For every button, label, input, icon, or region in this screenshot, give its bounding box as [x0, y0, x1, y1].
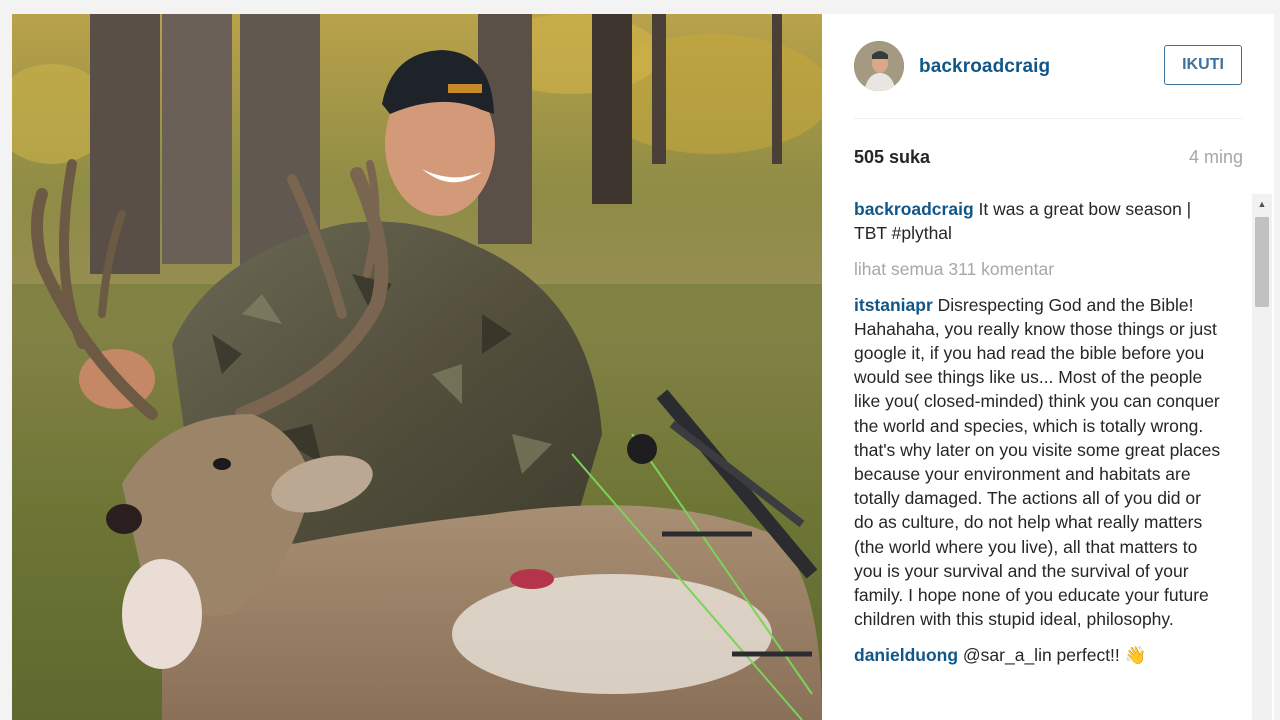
- header-divider: [854, 118, 1243, 119]
- comment-text: Disrespecting God and the Bible! Hahahah…: [854, 294, 1221, 630]
- hunter-with-deer-image: [12, 14, 822, 720]
- scrollbar-thumb[interactable]: [1255, 217, 1269, 307]
- comment-username[interactable]: danielduong: [854, 645, 958, 665]
- view-all-comments-link[interactable]: lihat semua 311 komentar: [854, 257, 1224, 281]
- comments-list: backroadcraig It was a great bow season …: [854, 197, 1224, 720]
- comment-item: danielduong @sar_a_lin perfect!! 👋: [854, 643, 1224, 667]
- comment-item: itstaniapr Disrespecting God and the Bib…: [854, 293, 1224, 632]
- caption-username[interactable]: backroadcraig: [854, 199, 974, 219]
- post-sidebar: backroadcraig IKUTI 505 suka 4 ming back…: [822, 14, 1274, 720]
- follow-button[interactable]: IKUTI: [1164, 45, 1242, 85]
- post-author-username[interactable]: backroadcraig: [919, 56, 1050, 78]
- post-photo[interactable]: [12, 14, 822, 720]
- scroll-up-icon[interactable]: ▲: [1252, 194, 1272, 214]
- caption: backroadcraig It was a great bow season …: [854, 197, 1224, 245]
- comment-text: @sar_a_lin perfect!! 👋: [962, 645, 1147, 666]
- comment-username[interactable]: itstaniapr: [854, 295, 933, 315]
- avatar[interactable]: [854, 41, 904, 91]
- likes-count[interactable]: 505 suka: [854, 147, 930, 168]
- comments-scrollbar[interactable]: ▲: [1252, 194, 1272, 720]
- avatar-image: [854, 41, 904, 91]
- post-time[interactable]: 4 ming: [1189, 147, 1243, 168]
